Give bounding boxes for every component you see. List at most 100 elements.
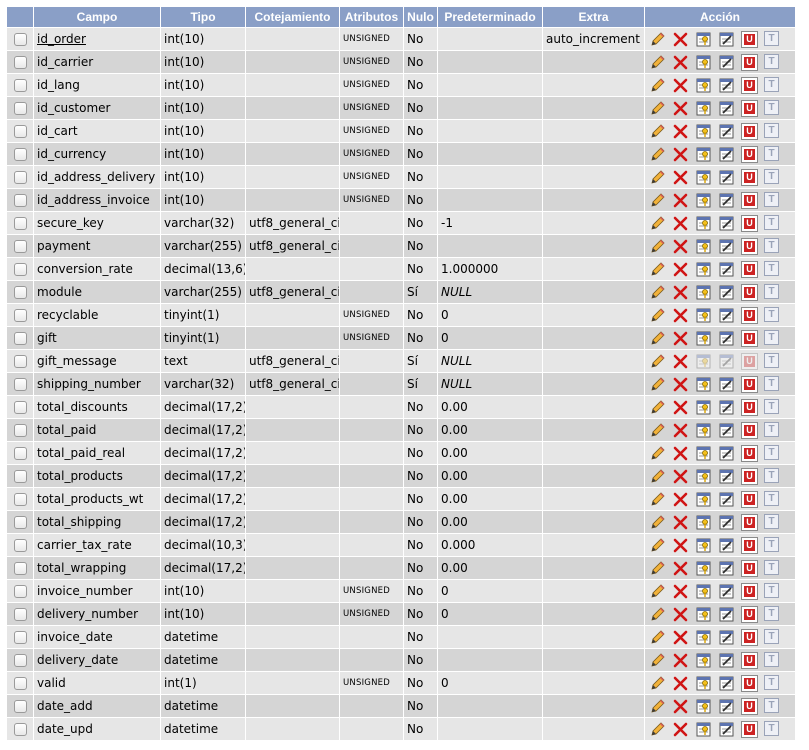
field-name-link[interactable]: invoice_number (37, 584, 133, 598)
drop-x-icon[interactable] (672, 491, 689, 508)
primary-key-icon[interactable] (695, 146, 712, 163)
unique-icon[interactable] (718, 698, 735, 715)
row-checkbox[interactable] (13, 654, 27, 667)
edit-pencil-icon[interactable] (649, 307, 666, 324)
unique-icon[interactable] (718, 77, 735, 94)
drop-x-icon[interactable] (672, 675, 689, 692)
fulltext-icon[interactable]: T (764, 375, 781, 393)
drop-x-icon[interactable] (672, 307, 689, 324)
primary-key-icon[interactable] (695, 399, 712, 416)
primary-key-icon[interactable] (695, 77, 712, 94)
field-name-link[interactable]: delivery_date (37, 653, 118, 667)
primary-key-icon[interactable] (695, 261, 712, 278)
unique-icon[interactable] (718, 468, 735, 485)
drop-x-icon[interactable] (672, 698, 689, 715)
index-icon[interactable]: U (741, 697, 758, 715)
index-icon[interactable]: U (741, 237, 758, 255)
drop-x-icon[interactable] (672, 514, 689, 531)
row-checkbox[interactable] (13, 539, 27, 552)
row-checkbox[interactable] (13, 332, 27, 345)
index-icon[interactable]: U (741, 605, 758, 623)
edit-pencil-icon[interactable] (649, 514, 666, 531)
primary-key-icon[interactable] (695, 54, 712, 71)
unique-icon[interactable] (718, 54, 735, 71)
unique-icon[interactable] (718, 238, 735, 255)
field-name-link[interactable]: total_paid_real (37, 446, 125, 460)
field-name-link[interactable]: delivery_number (37, 607, 138, 621)
field-name-link[interactable]: total_products_wt (37, 492, 143, 506)
edit-pencil-icon[interactable] (649, 284, 666, 301)
primary-key-icon[interactable] (695, 353, 712, 370)
primary-key-icon[interactable] (695, 284, 712, 301)
fulltext-icon[interactable]: T (764, 122, 781, 140)
index-icon[interactable]: U (741, 720, 758, 738)
header-atributos[interactable]: Atributos (340, 7, 403, 27)
row-checkbox[interactable] (13, 631, 27, 644)
drop-x-icon[interactable] (672, 537, 689, 554)
field-name-link[interactable]: id_address_invoice (37, 193, 150, 207)
primary-key-icon[interactable] (695, 583, 712, 600)
primary-key-icon[interactable] (695, 652, 712, 669)
index-icon[interactable]: U (741, 145, 758, 163)
row-checkbox[interactable] (13, 148, 27, 161)
drop-x-icon[interactable] (672, 192, 689, 209)
fulltext-icon[interactable]: T (764, 490, 781, 508)
index-icon[interactable]: U (741, 53, 758, 71)
primary-key-icon[interactable] (695, 537, 712, 554)
unique-icon[interactable] (718, 146, 735, 163)
primary-key-icon[interactable] (695, 491, 712, 508)
field-name-link[interactable]: id_cart (37, 124, 78, 138)
primary-key-icon[interactable] (695, 468, 712, 485)
fulltext-icon[interactable]: T (764, 651, 781, 669)
header-nulo[interactable]: Nulo (404, 7, 437, 27)
field-name-link[interactable]: valid (37, 676, 66, 690)
index-icon[interactable]: U (741, 582, 758, 600)
fulltext-icon[interactable]: T (764, 421, 781, 439)
field-name-link[interactable]: conversion_rate (37, 262, 133, 276)
row-checkbox[interactable] (13, 516, 27, 529)
field-name-link[interactable]: total_wrapping (37, 561, 126, 575)
field-name-link[interactable]: carrier_tax_rate (37, 538, 132, 552)
edit-pencil-icon[interactable] (649, 146, 666, 163)
index-icon[interactable]: U (741, 306, 758, 324)
fulltext-icon[interactable]: T (764, 306, 781, 324)
edit-pencil-icon[interactable] (649, 583, 666, 600)
unique-icon[interactable] (718, 652, 735, 669)
primary-key-icon[interactable] (695, 560, 712, 577)
fulltext-icon[interactable]: T (764, 283, 781, 301)
drop-x-icon[interactable] (672, 721, 689, 738)
drop-x-icon[interactable] (672, 560, 689, 577)
index-icon[interactable]: U (741, 168, 758, 186)
index-icon[interactable]: U (741, 651, 758, 669)
unique-icon[interactable] (718, 422, 735, 439)
row-checkbox[interactable] (13, 470, 27, 483)
primary-key-icon[interactable] (695, 100, 712, 117)
unique-icon[interactable] (718, 284, 735, 301)
row-checkbox[interactable] (13, 447, 27, 460)
row-checkbox[interactable] (13, 424, 27, 437)
fulltext-icon[interactable]: T (764, 237, 781, 255)
row-checkbox[interactable] (13, 355, 27, 368)
index-icon[interactable]: U (741, 421, 758, 439)
fulltext-icon[interactable]: T (764, 697, 781, 715)
field-name-link[interactable]: id_address_delivery (37, 170, 155, 184)
fulltext-icon[interactable]: T (764, 30, 781, 48)
fulltext-icon[interactable]: T (764, 214, 781, 232)
index-icon[interactable]: U (741, 536, 758, 554)
primary-key-icon[interactable] (695, 698, 712, 715)
index-icon[interactable]: U (741, 214, 758, 232)
unique-icon[interactable] (718, 675, 735, 692)
fulltext-icon[interactable]: T (764, 559, 781, 577)
primary-key-icon[interactable] (695, 606, 712, 623)
unique-icon[interactable] (718, 629, 735, 646)
fulltext-icon[interactable]: T (764, 329, 781, 347)
header-extra[interactable]: Extra (543, 7, 644, 27)
edit-pencil-icon[interactable] (649, 468, 666, 485)
row-checkbox[interactable] (13, 263, 27, 276)
fulltext-icon[interactable]: T (764, 352, 781, 370)
unique-icon[interactable] (718, 353, 735, 370)
field-name-link[interactable]: id_currency (37, 147, 106, 161)
header-campo[interactable]: Campo (34, 7, 160, 27)
primary-key-icon[interactable] (695, 31, 712, 48)
unique-icon[interactable] (718, 399, 735, 416)
